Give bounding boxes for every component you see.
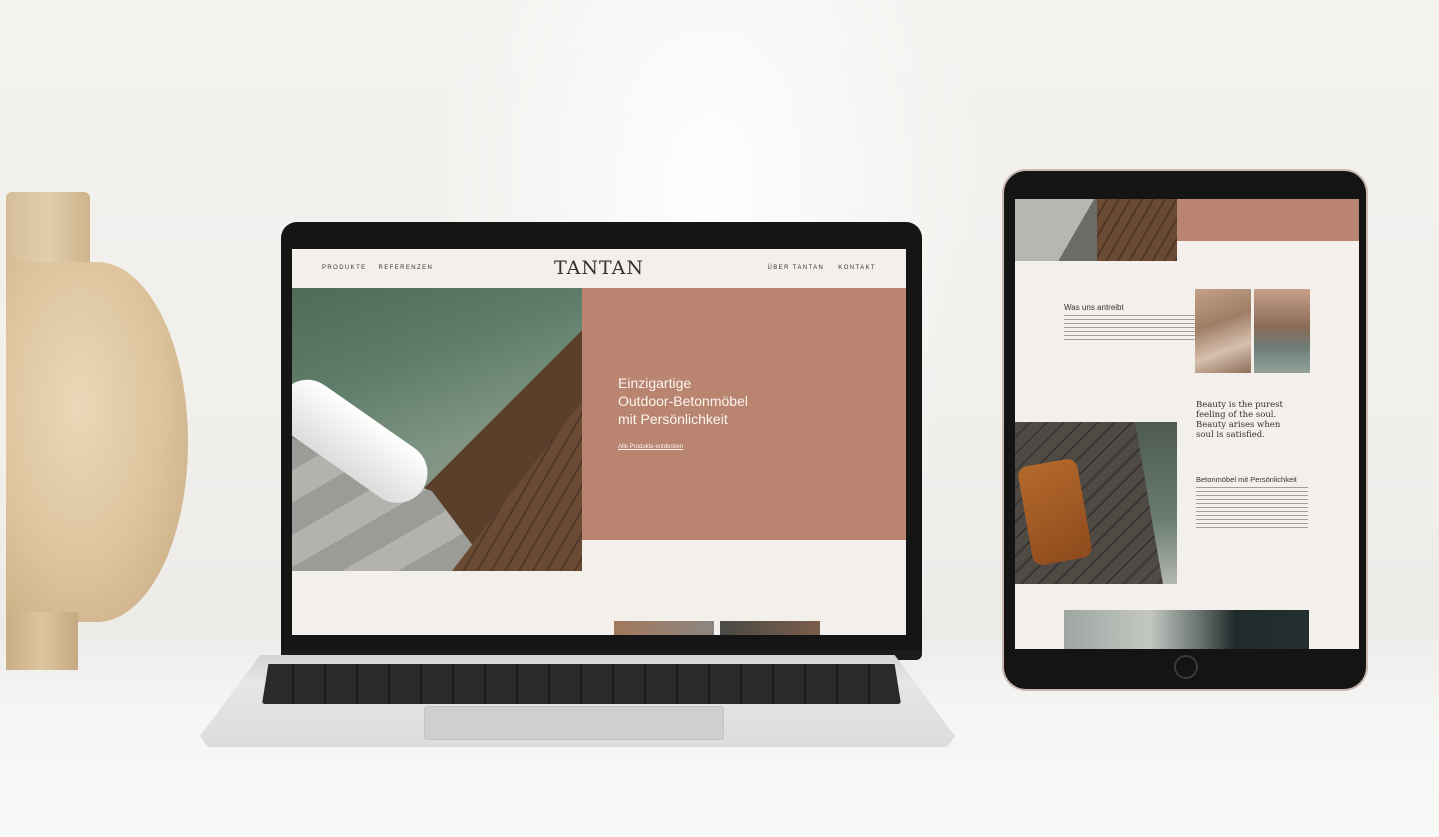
laptop-nav-right: ÜBER TANTAN KONTAKT — [754, 265, 876, 271]
tablet-body-text — [1064, 315, 1204, 343]
nav-link-produkte[interactable]: PRODUKTE — [322, 265, 367, 271]
quote-line: Beauty arises when — [1196, 420, 1281, 430]
laptop-screen: PRODUKTE REFERENZEN TANTAN ÜBER TANTAN KON… — [292, 249, 906, 635]
product-thumbnail[interactable] — [614, 621, 714, 635]
hero-products-link[interactable]: Alle Produkte entdecken — [618, 444, 683, 450]
hero-title-line: Outdoor-Betonmöbel — [618, 393, 748, 409]
laptop-trackpad — [424, 706, 724, 740]
site-logo[interactable]: TANTAN — [554, 257, 644, 279]
tablet-photo-blanket — [1016, 457, 1094, 567]
quote-line: feeling of the soul. — [1196, 410, 1277, 420]
hero-title: Einzigartige Outdoor-Betonmöbel mit Pers… — [618, 374, 838, 428]
nav-link-kontakt[interactable]: KONTAKT — [838, 265, 876, 271]
product-thumbnail[interactable] — [720, 621, 820, 635]
hero-title-line: mit Persönlichkeit — [618, 411, 728, 427]
tablet-photo-bottom — [1064, 610, 1309, 649]
tablet-section-heading: Betonmöbel mit Persönlichkeit — [1196, 475, 1297, 484]
tablet-image-stone — [1195, 289, 1251, 373]
nav-link-ueber-tantan[interactable]: ÜBER TANTAN — [768, 265, 825, 271]
hero-photo — [292, 288, 582, 571]
tablet-section-heading: Was uns antreibt — [1064, 303, 1124, 312]
nav-link-referenzen[interactable]: REFERENZEN — [379, 265, 434, 271]
quote-line: soul is satisfied. — [1196, 430, 1265, 440]
hero-photo-deck — [452, 401, 582, 571]
vase-body — [6, 262, 188, 622]
tablet-body-text — [1196, 487, 1308, 531]
tablet-image-person — [1254, 289, 1310, 373]
quote-line: Beauty is the purest — [1196, 400, 1283, 410]
ceramic-vase — [6, 192, 188, 672]
tablet-terracotta-band — [1177, 199, 1359, 241]
hero-panel: Einzigartige Outdoor-Betonmöbel mit Pers… — [582, 288, 906, 540]
tablet-screen: Was uns antreibt Beauty is the purest fe… — [1015, 199, 1359, 649]
tablet-photo-deck — [1097, 199, 1177, 261]
tablet-photo-top — [1015, 199, 1177, 261]
hero-title-line: Einzigartige — [618, 375, 692, 391]
tablet-home-button[interactable] — [1174, 655, 1198, 679]
laptop-nav-left: PRODUKTE REFERENZEN — [322, 265, 445, 271]
tablet-photo-edge — [1135, 422, 1177, 584]
tablet-quote: Beauty is the purest feeling of the soul… — [1196, 400, 1306, 440]
vase-foot — [6, 612, 78, 670]
laptop-keyboard — [262, 664, 901, 704]
tablet-photo-picnic — [1015, 422, 1177, 584]
